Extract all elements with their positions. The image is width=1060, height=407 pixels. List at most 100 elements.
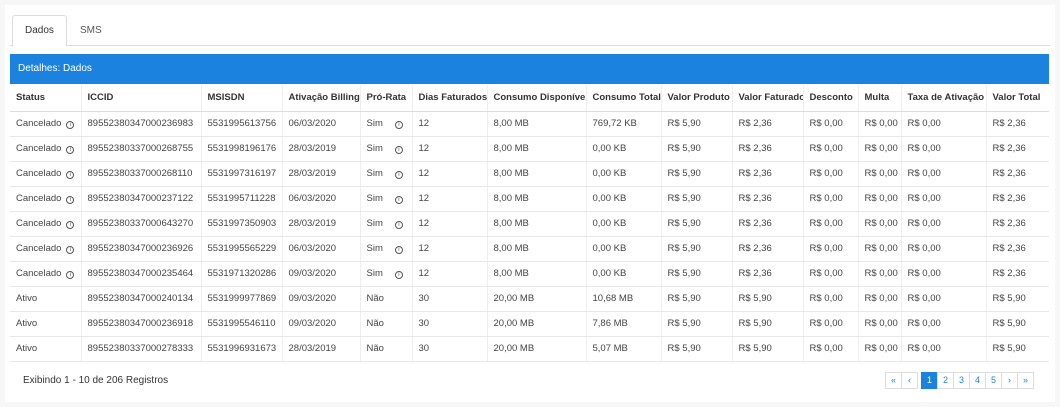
discount-cell: R$ 0,00 — [803, 236, 859, 262]
tab-sms[interactable]: SMS — [67, 15, 115, 46]
iccid-text: 89552380347000236918 — [87, 318, 194, 329]
info-icon[interactable]: i — [394, 246, 403, 254]
fine-text: R$ 0,00 — [864, 168, 898, 179]
total-usage-text: 10,68 MB — [592, 293, 634, 304]
available-usage-text: 8,00 MB — [493, 118, 529, 129]
msisdn-text: 5531997350903 — [207, 218, 277, 229]
prorata-text: Não — [366, 343, 384, 354]
column-header: Consumo Total — [586, 85, 662, 112]
iccid-cell: 89552380337000268755 — [81, 136, 202, 162]
info-icon[interactable]: i — [394, 271, 403, 279]
status-text: Cancelado — [16, 168, 62, 179]
total-usage-cell: 5,07 MB — [586, 336, 662, 362]
billed-value-text: R$ 2,36 — [738, 268, 772, 279]
billed-value-cell: R$ 5,90 — [732, 286, 804, 312]
discount-text: R$ 0,00 — [809, 118, 843, 129]
page-5-button[interactable]: 5 — [985, 372, 1002, 389]
billed-value-text: R$ 2,36 — [738, 218, 772, 229]
total-value-text: R$ 2,36 — [992, 218, 1026, 229]
column-header: Pró-Rata — [360, 85, 413, 112]
fine-text: R$ 0,00 — [864, 193, 898, 204]
msisdn-cell: 5531999977869 — [201, 286, 283, 312]
info-icon[interactable]: i — [66, 246, 75, 254]
activation-fee-text: R$ 0,00 — [907, 243, 941, 254]
info-icon[interactable]: i — [66, 146, 75, 154]
billed-value-cell: R$ 2,36 — [732, 111, 804, 137]
available-usage-text: 20,00 MB — [493, 343, 535, 354]
activation-fee-cell: R$ 0,00 — [901, 261, 987, 287]
info-icon[interactable]: i — [66, 196, 75, 204]
status-text: Ativo — [16, 343, 38, 354]
billed-value-cell: R$ 2,36 — [732, 186, 804, 212]
billed-days-cell: 30 — [412, 311, 488, 337]
total-value-text: R$ 2,36 — [992, 268, 1026, 279]
column-header: Desconto — [803, 85, 859, 112]
activation-fee-text: R$ 0,00 — [907, 268, 941, 279]
status-cell: Cancelado i — [10, 186, 82, 212]
discount-text: R$ 0,00 — [809, 193, 843, 204]
activation-date-cell: 09/03/2020 — [282, 286, 361, 312]
status-text: Cancelado — [16, 193, 62, 204]
prorata-text: Sim — [366, 243, 383, 254]
activation-date-cell: 09/03/2020 — [282, 261, 361, 287]
product-value-cell: R$ 5,90 — [661, 161, 733, 187]
product-value-cell: R$ 5,90 — [661, 311, 733, 337]
discount-cell: R$ 0,00 — [803, 136, 859, 162]
page-3-button[interactable]: 3 — [953, 372, 970, 389]
info-icon[interactable]: i — [394, 196, 403, 204]
available-usage-text: 20,00 MB — [493, 293, 535, 304]
discount-text: R$ 0,00 — [809, 318, 843, 329]
activation-fee-text: R$ 0,00 — [907, 343, 941, 354]
next-page-button[interactable]: › — [1001, 372, 1018, 389]
total-usage-text: 0,00 KB — [592, 268, 627, 279]
panel-title: Detalhes: Dados — [10, 54, 1049, 84]
billed-days-text: 12 — [418, 168, 430, 179]
discount-cell: R$ 0,00 — [803, 161, 859, 187]
iccid-cell: 89552380337000268110 — [81, 161, 202, 187]
prorata-text: Sim — [366, 143, 383, 154]
status-text: Cancelado — [16, 143, 62, 154]
available-usage-text: 8,00 MB — [493, 243, 529, 254]
iccid-text: 89552380337000268110 — [87, 168, 193, 179]
fine-text: R$ 0,00 — [864, 243, 898, 254]
last-page-button[interactable]: » — [1017, 372, 1034, 389]
info-icon[interactable]: i — [66, 121, 75, 129]
product-value-text: R$ 5,90 — [667, 193, 701, 204]
discount-cell: R$ 0,00 — [803, 336, 859, 362]
msisdn-text: 5531995565229 — [207, 243, 277, 254]
iccid-cell: 89552380337000278333 — [81, 336, 202, 362]
product-value-text: R$ 5,90 — [667, 293, 701, 304]
info-icon[interactable]: i — [394, 146, 403, 154]
prev-page-button[interactable]: ‹ — [901, 372, 918, 389]
page-4-button[interactable]: 4 — [969, 372, 986, 389]
status-cell: Ativo — [10, 336, 82, 362]
msisdn-text: 5531995613756 — [207, 118, 277, 129]
info-icon[interactable]: i — [394, 121, 403, 129]
product-value-text: R$ 5,90 — [667, 343, 701, 354]
info-icon[interactable]: i — [394, 221, 403, 229]
table-row: Cancelado i 89552380337000268110 5531997316… — [10, 161, 1049, 187]
billed-days-text: 12 — [418, 193, 430, 204]
info-icon[interactable]: i — [66, 221, 75, 229]
billed-days-cell: 12 — [412, 236, 488, 262]
page-1-button[interactable]: 1 — [921, 372, 938, 389]
total-value-cell: R$ 2,36 — [986, 186, 1049, 212]
billed-days-text: 30 — [418, 343, 430, 354]
billed-value-text: R$ 2,36 — [738, 143, 772, 154]
product-value-cell: R$ 5,90 — [661, 336, 733, 362]
activation-date-cell: 06/03/2020 — [282, 186, 361, 212]
page-2-button[interactable]: 2 — [937, 372, 954, 389]
available-usage-cell: 8,00 MB — [487, 186, 587, 212]
billed-value-text: R$ 2,36 — [738, 193, 772, 204]
info-icon[interactable]: i — [66, 271, 75, 279]
msisdn-text: 5531999977869 — [207, 293, 277, 304]
prorata-text: Sim — [366, 168, 383, 179]
prorata-cell: Sim i — [360, 136, 413, 162]
product-value-cell: R$ 5,90 — [661, 236, 733, 262]
tab-dados[interactable]: Dados — [12, 15, 67, 47]
first-page-button[interactable]: « — [885, 372, 902, 389]
info-icon[interactable]: i — [394, 171, 403, 179]
msisdn-text: 5531971320286 — [207, 268, 277, 279]
info-icon[interactable]: i — [66, 171, 75, 179]
discount-text: R$ 0,00 — [809, 168, 843, 179]
